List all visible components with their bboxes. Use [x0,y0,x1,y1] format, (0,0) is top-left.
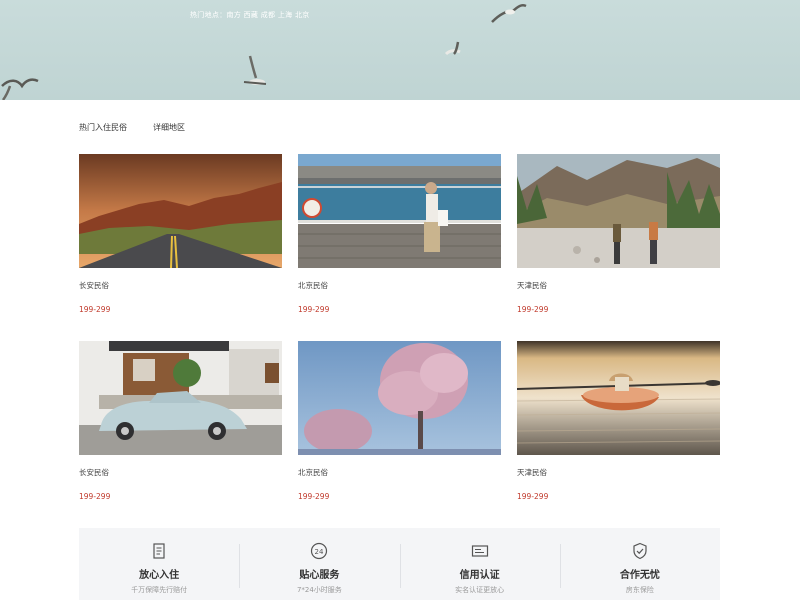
listing-card[interactable]: 北京民俗 199-299 [298,154,501,341]
listing-card[interactable]: 长安民俗 199-299 [79,154,282,341]
feature-subtitle: 千万保障先行赔付 [131,586,188,594]
feature-credit-certification: 信用认证 实名认证更放心 [399,528,560,600]
seagull-icon [1,78,39,100]
feature-worry-free-stay: 放心入住 千万保障先行赔付 [79,528,239,600]
listing-name: 长安民俗 [79,281,109,290]
seagull-icon [444,41,461,56]
listing-price: 199-299 [298,305,330,314]
feature-title: 合作无忧 [619,570,660,581]
feature-title: 放心入住 [139,570,180,581]
listing-name: 天津民俗 [517,468,547,477]
listing-price: 199-299 [79,305,111,314]
desert-road-image [79,154,282,268]
document-icon [153,543,165,559]
feature-subtitle: 实名认证更放心 [455,586,505,594]
listing-price: 199-299 [517,305,549,314]
vintage-car-image [79,341,282,455]
seagull-icon [243,55,267,85]
listing-price: 199-299 [79,492,111,501]
listing-name: 北京民俗 [298,281,328,290]
svg-text:24: 24 [315,548,324,556]
feature-caring-service: 24 贴心服务 7*24小时服务 [239,528,399,600]
feature-subtitle: 房东保险 [625,586,654,594]
tab-popular-stays[interactable]: 热门入住民俗 [79,122,127,133]
listing-card[interactable]: 天津民俗 199-299 [517,341,720,528]
listing-card[interactable]: 天津民俗 199-299 [517,154,720,341]
seagull-icon [491,4,527,23]
feature-title: 贴心服务 [299,570,340,581]
boardwalk-walker-image [298,154,501,268]
shield-check-icon [633,542,647,560]
listing-price: 199-299 [298,492,330,501]
feature-title: 信用认证 [459,570,500,581]
mountain-hikers-image [517,154,720,268]
listing-name: 长安民俗 [79,468,109,477]
listing-price: 199-299 [517,492,549,501]
listing-name: 天津民俗 [517,281,547,290]
feature-cooperation-assurance: 合作无忧 房东保险 [559,528,720,600]
pink-tree-image [298,341,501,455]
category-tabs: 热门入住民俗 详细地区 [79,122,185,133]
listing-card[interactable]: 北京民俗 199-299 [298,341,501,528]
listing-grid: 长安民俗 199-299 北京民俗 199-299 天津民俗 199-299 长… [79,154,720,528]
hero-banner: 热门地点：南方 西藏 成都 上海 北京 [0,0,800,100]
tab-detailed-region[interactable]: 详细地区 [153,122,185,133]
hero-hot-cities[interactable]: 热门地点：南方 西藏 成都 上海 北京 [190,10,310,20]
id-card-icon [471,545,488,557]
clock-24-icon: 24 [311,542,328,560]
feature-subtitle: 7*24小时服务 [296,586,342,594]
listing-name: 北京民俗 [298,468,328,477]
kayak-lake-image [517,341,720,455]
listing-card[interactable]: 长安民俗 199-299 [79,341,282,528]
features-bar: 放心入住 千万保障先行赔付 24 贴心服务 7*24小时服务 信用认证 实名认证… [79,528,720,600]
